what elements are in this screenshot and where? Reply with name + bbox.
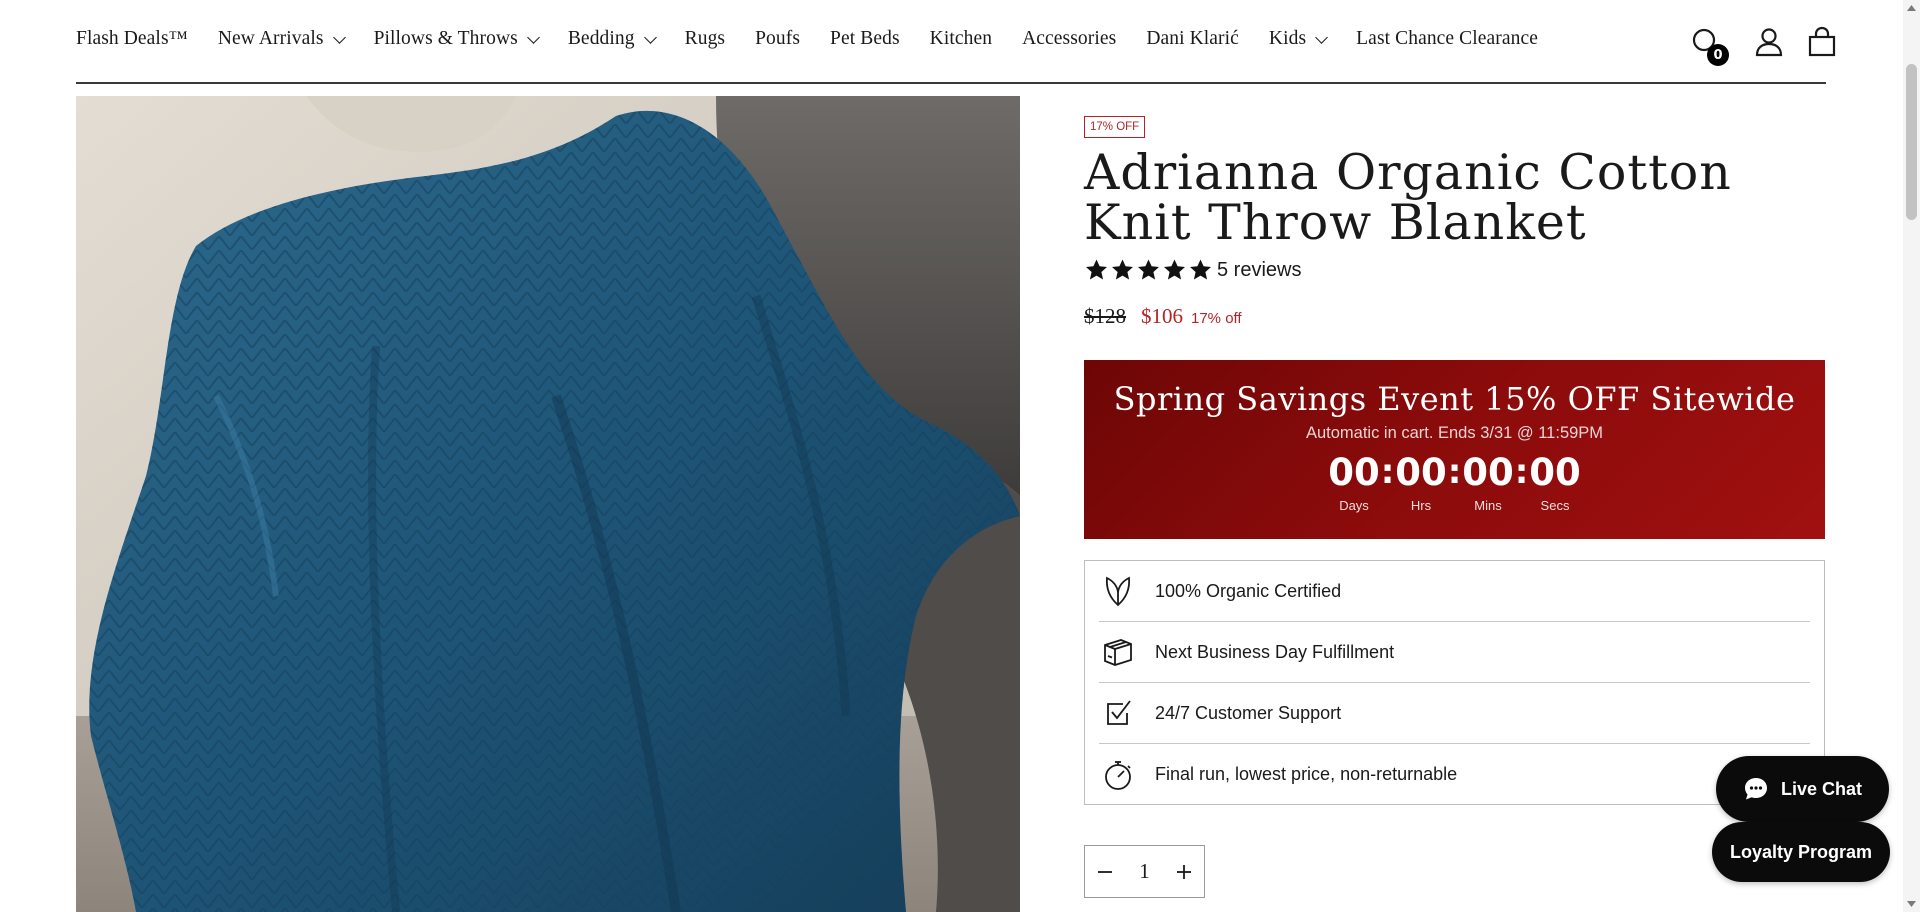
nav-item-kitchen[interactable]: Kitchen: [930, 28, 992, 50]
countdown-label: Secs: [1540, 498, 1570, 513]
chevron-down-icon: [332, 30, 346, 44]
plus-icon: [1177, 864, 1191, 879]
feature-item: Next Business Day Fulfillment: [1099, 622, 1810, 683]
nav-item-label: Kitchen: [929, 28, 993, 49]
promo-banner: Spring Savings Event 15% OFF Sitewide Au…: [1084, 360, 1825, 539]
live-chat-label: Live Chat: [1780, 778, 1863, 799]
feature-item: Final run, lowest price, non-returnable: [1099, 744, 1810, 805]
loyalty-program-label: Loyalty Program: [1729, 841, 1873, 862]
feature-item: 100% Organic Certified: [1099, 561, 1810, 622]
countdown-label: Mins: [1474, 498, 1502, 513]
countdown-timer: 00 Days : 00 Hrs : 00 Mins : 00 Secs: [1084, 451, 1825, 514]
loyalty-program-button[interactable]: Loyalty Program: [1712, 822, 1890, 882]
countdown-hours: 00 Hrs: [1395, 451, 1447, 514]
quantity-decrease-button[interactable]: [1085, 847, 1125, 897]
promo-title: Spring Savings Event 15% OFF Sitewide: [1113, 380, 1796, 418]
feature-text: Next Business Day Fulfillment: [1155, 641, 1395, 662]
feature-list: 100% Organic Certified Next Business Day…: [1084, 560, 1825, 805]
account-icon[interactable]: [1753, 26, 1785, 58]
nav-item-kids[interactable]: Kids: [1268, 28, 1329, 50]
nav-item-label: Rugs: [684, 28, 726, 49]
product-title: Adrianna Organic Cotton Knit Throw Blank…: [1084, 144, 1732, 251]
countdown-separator: :: [1514, 452, 1529, 492]
reviews-link[interactable]: 5 reviews: [1217, 259, 1301, 282]
countdown-days: 00 Days: [1328, 451, 1380, 514]
checkbox-icon: [1101, 696, 1135, 730]
star-icon: [1190, 259, 1211, 280]
nav-item-pet-beds[interactable]: Pet Beds: [830, 28, 900, 50]
nav-item-poufs[interactable]: Poufs: [755, 28, 800, 50]
nav-item-label: Dani Klarić: [1146, 28, 1239, 49]
scroll-down-arrow-icon[interactable]: [1905, 898, 1918, 910]
countdown-value: 00: [1462, 451, 1514, 494]
chevron-down-icon: [526, 30, 540, 44]
scroll-up-arrow-icon[interactable]: [1905, 2, 1918, 14]
nav-item-label: Last Chance Clearance: [1356, 28, 1539, 49]
countdown-separator: :: [1447, 452, 1462, 492]
feature-text: 100% Organic Certified: [1155, 580, 1342, 601]
price-discount-label: 17% off: [1191, 310, 1242, 327]
chat-bubble-icon: [1744, 778, 1767, 800]
countdown-value: 00: [1395, 451, 1447, 494]
site-header: Flash Deals™ New Arrivals Pillows & Thro…: [76, 0, 1826, 84]
nav-item-label: Bedding: [567, 28, 635, 49]
chevron-down-icon: [643, 30, 657, 44]
promo-subtitle: Automatic in cart. Ends 3/31 @ 11:59PM: [1305, 424, 1604, 442]
compare-at-price: $128: [1084, 304, 1126, 328]
nav-item-label: Pillows & Throws: [373, 28, 518, 49]
price-row: $128 $106 17% off: [1084, 304, 1242, 329]
main-nav: Flash Deals™ New Arrivals Pillows & Thro…: [76, 28, 1568, 50]
nav-item-label: Flash Deals™: [76, 28, 188, 49]
quantity-stepper: [1084, 845, 1205, 898]
countdown-value: 00: [1328, 451, 1380, 494]
star-icon: [1086, 259, 1107, 280]
star-icon: [1164, 259, 1185, 280]
countdown-minutes: 00 Mins: [1462, 451, 1514, 514]
star-icon: [1138, 259, 1159, 280]
nav-item-new-arrivals[interactable]: New Arrivals: [217, 28, 346, 50]
box-icon: [1101, 635, 1135, 669]
nav-item-last-chance-clearance[interactable]: Last Chance Clearance: [1356, 28, 1538, 50]
star-icon: [1112, 259, 1133, 280]
nav-item-dani-klaric[interactable]: Dani Klarić: [1146, 28, 1239, 50]
cart-icon[interactable]: [1806, 26, 1838, 58]
nav-item-accessories[interactable]: Accessories: [1022, 28, 1116, 50]
product-rating[interactable]: 5 reviews: [1084, 258, 1301, 282]
countdown-label: Days: [1339, 498, 1369, 513]
chevron-down-icon: [1315, 30, 1329, 44]
countdown-value: 00: [1529, 451, 1581, 494]
feature-text: 24/7 Customer Support: [1155, 702, 1342, 723]
product-image[interactable]: [76, 96, 1020, 912]
discount-tag: 17% OFF: [1084, 116, 1146, 138]
live-chat-button[interactable]: Live Chat: [1716, 756, 1889, 822]
leaf-icon: [1101, 574, 1135, 608]
nav-item-label: Kids: [1268, 28, 1307, 49]
nav-item-label: Poufs: [755, 28, 801, 49]
sale-price: $106: [1141, 304, 1183, 328]
cart-count-badge: 0: [1707, 44, 1729, 66]
feature-text: Final run, lowest price, non-returnable: [1155, 764, 1458, 784]
nav-item-flash-deals[interactable]: Flash Deals™: [76, 28, 188, 50]
nav-item-label: Accessories: [1022, 28, 1117, 49]
quantity-increase-button[interactable]: [1164, 847, 1204, 897]
nav-item-pillows-throws[interactable]: Pillows & Throws: [373, 28, 540, 50]
nav-item-label: New Arrivals: [217, 28, 324, 49]
nav-item-bedding[interactable]: Bedding: [567, 28, 657, 50]
nav-item-rugs[interactable]: Rugs: [685, 28, 726, 50]
quantity-input[interactable]: [1125, 859, 1164, 884]
feature-item: 24/7 Customer Support: [1099, 683, 1810, 744]
countdown-seconds: 00 Secs: [1529, 451, 1581, 514]
nav-item-label: Pet Beds: [830, 28, 900, 49]
scrollbar-thumb[interactable]: [1906, 64, 1917, 220]
stopwatch-icon: [1101, 758, 1135, 792]
countdown-separator: :: [1380, 452, 1395, 492]
minus-icon: [1098, 870, 1112, 873]
countdown-label: Hrs: [1410, 498, 1432, 513]
blanket-photo: [76, 96, 1020, 912]
